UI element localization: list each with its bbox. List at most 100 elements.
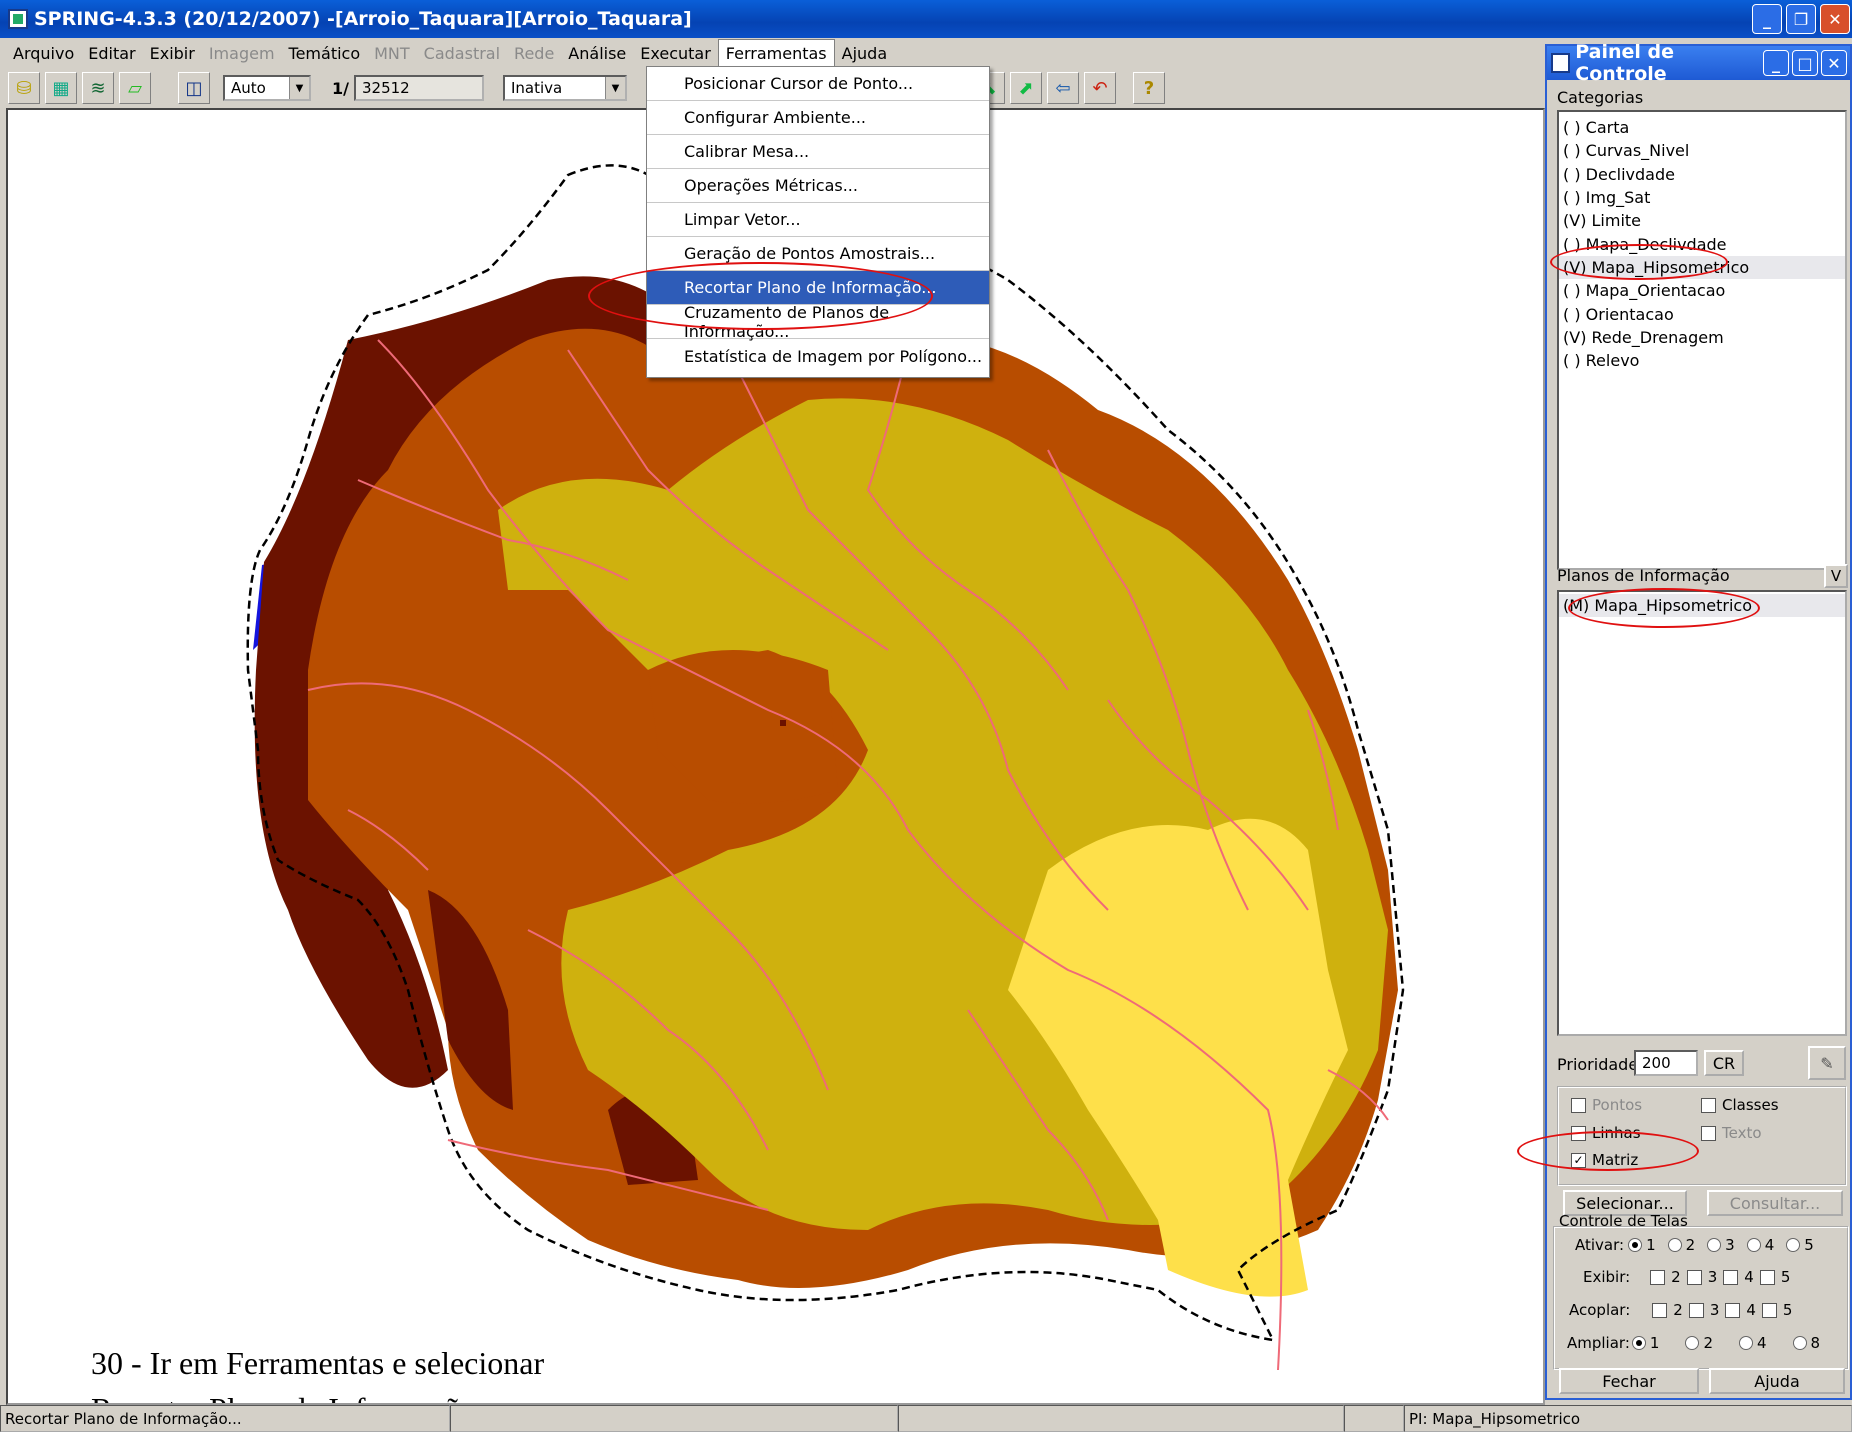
menu-item-estatistica-imagem[interactable]: Estatística de Imagem por Polígono... bbox=[647, 339, 989, 373]
layers-icon[interactable]: ≋ bbox=[82, 72, 114, 104]
linhas-checkbox[interactable]: Linhas bbox=[1571, 1124, 1641, 1142]
ativar-radio-5[interactable] bbox=[1786, 1238, 1801, 1252]
pencil-icon[interactable]: ✎ bbox=[1808, 1046, 1846, 1080]
categorias-list[interactable]: ( ) Carta ( ) Curvas_Nivel ( ) Declivdad… bbox=[1557, 110, 1847, 570]
menu-item-limpar-vetor[interactable]: Limpar Vetor... bbox=[647, 203, 989, 237]
project-icon[interactable]: ▦ bbox=[45, 72, 77, 104]
planos-list[interactable]: (M) Mapa_Hipsometrico bbox=[1557, 590, 1847, 1036]
status-select[interactable]: Inativa ▼ bbox=[502, 75, 627, 101]
close-icon[interactable]: ✕ bbox=[1820, 4, 1850, 34]
consultar-button[interactable]: Consultar... bbox=[1707, 1190, 1843, 1216]
scale-prefix: 1/ bbox=[332, 78, 349, 98]
scale-input[interactable]: 32512 bbox=[353, 75, 484, 101]
category-item[interactable]: ( ) Carta bbox=[1559, 116, 1845, 139]
window-title: SPRING-4.3.3 (20/12/2007) -[Arroio_Taqua… bbox=[34, 8, 692, 30]
ativar-radio-1[interactable] bbox=[1628, 1238, 1643, 1252]
category-item-selected[interactable]: (V) Mapa_Hipsometrico bbox=[1559, 255, 1845, 280]
acoplar-check-4[interactable] bbox=[1725, 1302, 1741, 1318]
exibir-row: Exibir: 2 3 4 5 bbox=[1583, 1268, 1791, 1286]
maximize-icon[interactable]: □ bbox=[1792, 50, 1818, 76]
menu-analise[interactable]: Análise bbox=[561, 40, 633, 67]
menu-item-cruzamento-planos[interactable]: Cruzamento de Planos de Informação... bbox=[647, 303, 989, 341]
acoplar-check-2[interactable] bbox=[1652, 1302, 1668, 1318]
ampliar-row: Ampliar: 1 2 4 8 bbox=[1567, 1334, 1821, 1352]
category-item[interactable]: ( ) Declivdade bbox=[1559, 163, 1845, 186]
menu-item-operacoes-metricas[interactable]: Operações Métricas... bbox=[647, 169, 989, 203]
exibir-check-5[interactable] bbox=[1759, 1269, 1775, 1285]
acoplar-check-3[interactable] bbox=[1688, 1302, 1704, 1318]
category-item[interactable]: ( ) Relevo bbox=[1559, 349, 1845, 372]
acoplar-check-5[interactable] bbox=[1761, 1302, 1777, 1318]
ativar-radio-2[interactable] bbox=[1667, 1238, 1682, 1252]
menu-ferramentas[interactable]: Ferramentas bbox=[717, 39, 835, 67]
ferramentas-dropdown: Posicionar Cursor de Ponto... Configurar… bbox=[646, 66, 990, 378]
exibir-check-2[interactable] bbox=[1650, 1269, 1666, 1285]
classes-checkbox[interactable]: Classes bbox=[1701, 1096, 1779, 1114]
planos-visibility-button[interactable]: V bbox=[1824, 564, 1848, 588]
close-icon[interactable]: ✕ bbox=[1821, 50, 1847, 76]
chevron-down-icon: ▼ bbox=[604, 77, 625, 99]
menu-imagem[interactable]: Imagem bbox=[202, 40, 282, 67]
category-item[interactable]: (V) Limite bbox=[1559, 209, 1845, 232]
category-item[interactable]: ( ) Mapa_Orientacao bbox=[1559, 279, 1845, 302]
exibir-check-4[interactable] bbox=[1723, 1269, 1739, 1285]
menu-cadastral[interactable]: Cadastral bbox=[417, 40, 507, 67]
menu-item-recortar-plano[interactable]: Recortar Plano de Informação... bbox=[647, 271, 989, 305]
plane-icon[interactable]: ▱ bbox=[119, 72, 151, 104]
exibir-check-3[interactable] bbox=[1686, 1269, 1702, 1285]
menu-bar: Arquivo Editar Exibir Imagem Temático MN… bbox=[0, 38, 1545, 68]
menu-mnt[interactable]: MNT bbox=[367, 40, 417, 67]
menu-editar[interactable]: Editar bbox=[81, 40, 142, 67]
menu-ajuda[interactable]: Ajuda bbox=[835, 40, 895, 67]
menu-item-calibrar-mesa[interactable]: Calibrar Mesa... bbox=[647, 135, 989, 169]
minimize-icon[interactable]: _ bbox=[1763, 50, 1789, 76]
restore-icon[interactable]: ❐ bbox=[1786, 4, 1816, 34]
status-pane-empty bbox=[1344, 1405, 1404, 1432]
ampliar-radio-4[interactable] bbox=[1738, 1336, 1753, 1350]
cr-button[interactable]: CR bbox=[1704, 1050, 1744, 1076]
category-item[interactable]: ( ) Orientacao bbox=[1559, 302, 1845, 325]
fechar-button[interactable]: Fechar bbox=[1559, 1368, 1699, 1394]
plano-item-selected[interactable]: (M) Mapa_Hipsometrico bbox=[1559, 594, 1845, 618]
ampliar-radio-1[interactable] bbox=[1631, 1336, 1646, 1350]
menu-executar[interactable]: Executar bbox=[633, 40, 718, 67]
menu-arquivo[interactable]: Arquivo bbox=[6, 40, 81, 67]
undo-icon[interactable]: ↶ bbox=[1083, 72, 1116, 104]
prioridade-label: Prioridade: bbox=[1557, 1055, 1644, 1074]
planos-label: Planos de Informação bbox=[1557, 566, 1730, 585]
ampliar-radio-2[interactable] bbox=[1685, 1336, 1700, 1350]
tutorial-caption: 30 - Ir em Ferramentas e selecionar Reco… bbox=[91, 1340, 545, 1403]
ativar-radio-4[interactable] bbox=[1746, 1238, 1761, 1252]
help-icon[interactable]: ? bbox=[1132, 72, 1165, 104]
zoom-area-icon[interactable]: ⬈ bbox=[1009, 72, 1042, 104]
menu-item-configurar-ambiente[interactable]: Configurar Ambiente... bbox=[647, 101, 989, 135]
category-item[interactable]: ( ) Mapa_Declivdade bbox=[1559, 232, 1845, 255]
status-active-plane: PI: Mapa_Hipsometrico bbox=[1404, 1405, 1852, 1432]
prioridade-input[interactable]: 200 bbox=[1634, 1050, 1698, 1076]
ativar-radio-3[interactable] bbox=[1707, 1238, 1722, 1252]
caption-line-1: 30 - Ir em Ferramentas e selecionar bbox=[91, 1345, 545, 1381]
category-item[interactable]: (V) Rede_Drenagem bbox=[1559, 326, 1845, 349]
ajuda-button[interactable]: Ajuda bbox=[1709, 1368, 1845, 1394]
category-item[interactable]: ( ) Curvas_Nivel bbox=[1559, 139, 1845, 162]
menu-exibir[interactable]: Exibir bbox=[143, 40, 202, 67]
menu-item-posicionar-cursor[interactable]: Posicionar Cursor de Ponto... bbox=[647, 67, 989, 101]
texto-checkbox[interactable]: Texto bbox=[1701, 1124, 1762, 1142]
panel-app-icon bbox=[1551, 53, 1571, 73]
back-arrow-icon[interactable]: ⇦ bbox=[1046, 72, 1079, 104]
matriz-checkbox[interactable]: ✓ Matriz bbox=[1571, 1151, 1638, 1169]
minimize-icon[interactable]: _ bbox=[1752, 4, 1782, 34]
control-panel: Painel de Controle _ □ ✕ Categorias ( ) … bbox=[1545, 41, 1852, 1400]
database-icon[interactable]: ⛁ bbox=[8, 72, 40, 104]
chevron-down-icon: ▼ bbox=[289, 77, 309, 99]
category-item[interactable]: ( ) Img_Sat bbox=[1559, 186, 1845, 209]
pontos-checkbox[interactable]: Pontos bbox=[1571, 1096, 1642, 1114]
menu-tematico[interactable]: Temático bbox=[282, 40, 368, 67]
menu-rede[interactable]: Rede bbox=[507, 40, 561, 67]
zoom-mode-select[interactable]: Auto ▼ bbox=[223, 75, 311, 101]
draw-icon[interactable]: ◫ bbox=[178, 72, 210, 104]
ampliar-radio-8[interactable] bbox=[1792, 1336, 1807, 1350]
status-pane-empty bbox=[450, 1405, 898, 1432]
status-message: Recortar Plano de Informação... bbox=[0, 1405, 450, 1432]
menu-item-geracao-pontos[interactable]: Geração de Pontos Amostrais... bbox=[647, 237, 989, 271]
